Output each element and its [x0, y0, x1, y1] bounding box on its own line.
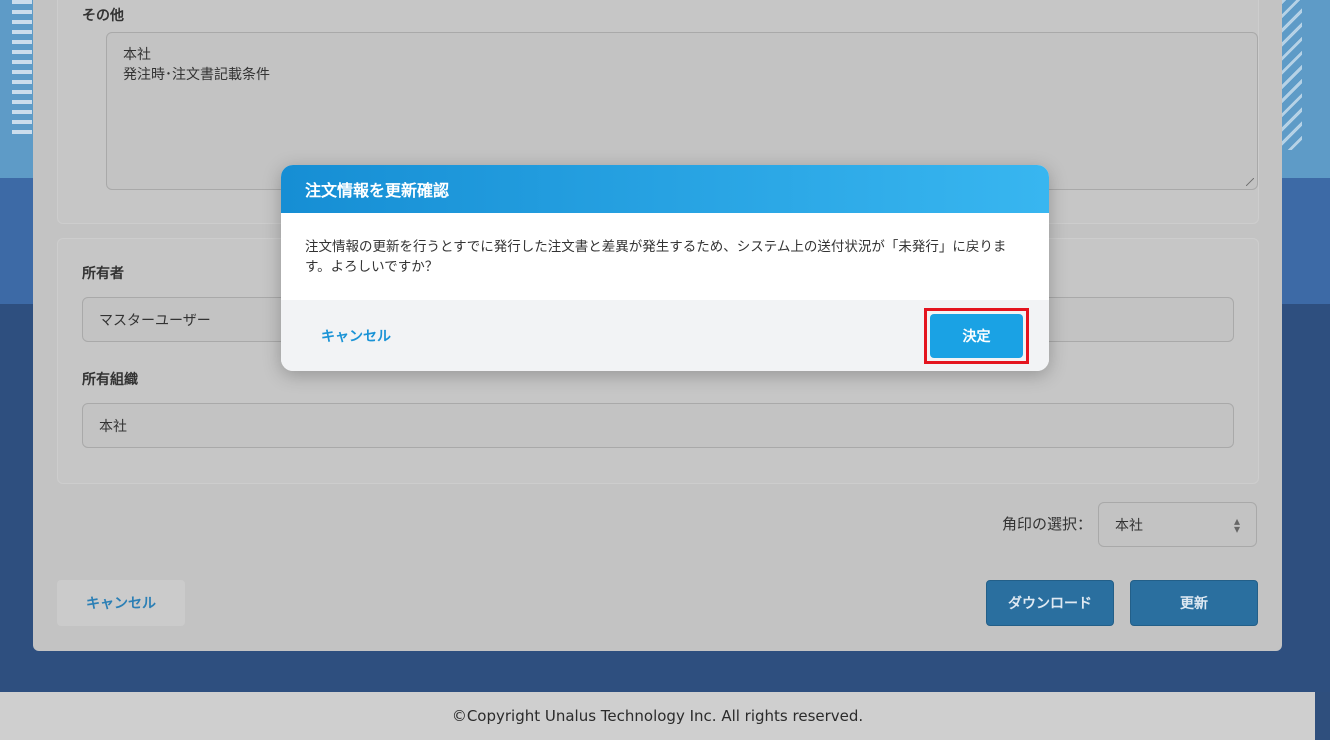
updown-chevron-icon: ▴ ▾	[1233, 513, 1240, 536]
other-line-2: 発注時･注文書記載条件	[123, 67, 270, 83]
resize-handle-icon[interactable]	[1246, 178, 1254, 186]
decor-stripes-left	[12, 0, 32, 160]
seal-select-label: 角印の選択：	[1002, 515, 1093, 533]
owner-label: 所有者	[82, 266, 124, 282]
dialog-confirm-button[interactable]: 決定	[930, 314, 1023, 358]
copyright-text: ©Copyright Unalus Technology Inc. All ri…	[451, 707, 864, 725]
dialog-footer: キャンセル 決定	[281, 300, 1049, 371]
download-button[interactable]: ダウンロード	[986, 580, 1114, 626]
update-button[interactable]: 更新	[1130, 580, 1258, 626]
org-field[interactable]: 本社	[82, 403, 1234, 448]
dialog-message: 注文情報の更新を行うとすでに発行した注文書と差異が発生するため、システム上の送付…	[305, 239, 1007, 275]
dialog-body: 注文情報の更新を行うとすでに発行した注文書と差異が発生するため、システム上の送付…	[281, 213, 1049, 300]
footer: ©Copyright Unalus Technology Inc. All ri…	[0, 692, 1315, 740]
seal-select-value: 本社	[1115, 517, 1143, 534]
cancel-button[interactable]: キャンセル	[57, 580, 185, 626]
dialog-cancel-button[interactable]: キャンセル	[321, 300, 391, 371]
decor-hatch-right	[1282, 0, 1302, 150]
other-label: その他	[82, 8, 124, 24]
dialog-header: 注文情報を更新確認	[281, 165, 1049, 213]
other-line-1: 本社	[123, 47, 151, 63]
update-confirm-dialog: 注文情報を更新確認 注文情報の更新を行うとすでに発行した注文書と差異が発生するた…	[281, 165, 1049, 371]
org-label: 所有組織	[82, 372, 138, 388]
seal-select[interactable]: 本社 ▴ ▾	[1098, 502, 1257, 547]
dialog-title: 注文情報を更新確認	[305, 181, 450, 200]
